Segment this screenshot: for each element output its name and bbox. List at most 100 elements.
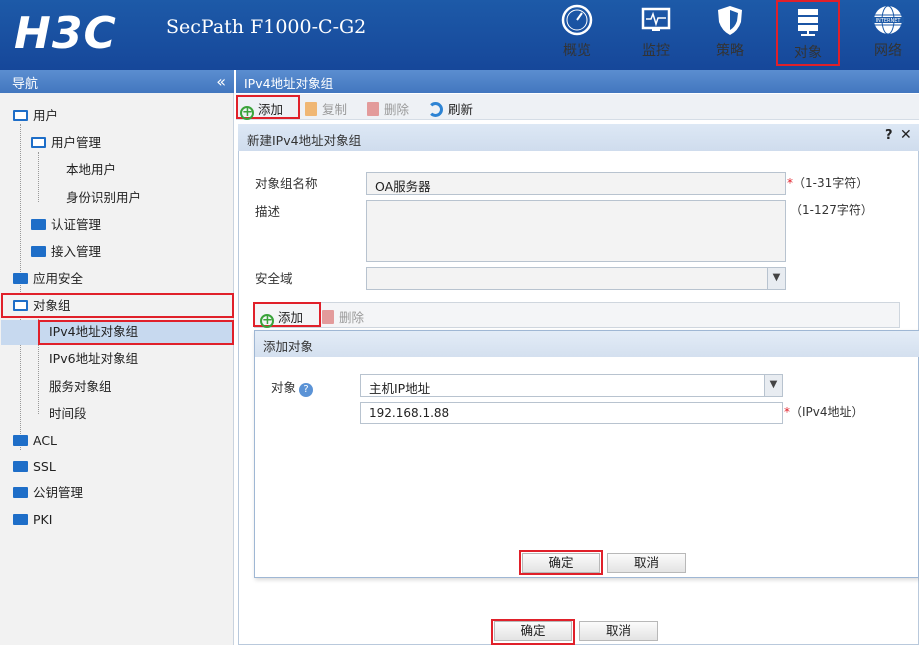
description-textarea[interactable] (366, 200, 786, 262)
sidebar-item-acl[interactable]: ACL (13, 430, 57, 452)
description-label: 描述 (255, 204, 281, 219)
dialog-ok-button[interactable]: 确定 (494, 621, 572, 641)
sidebar-item-app-security[interactable]: 应用安全 (13, 268, 83, 290)
folder-icon (31, 246, 46, 257)
folder-icon (13, 514, 28, 525)
sidebar-item-local-user[interactable]: 本地用户 (66, 159, 116, 181)
dialog-cancel-button[interactable]: 取消 (579, 621, 658, 641)
delete-button[interactable]: 删除 (367, 99, 409, 118)
folder-icon (13, 435, 28, 446)
sidebar-item-label: 接入管理 (51, 244, 102, 259)
object-label: 对象? (271, 377, 314, 397)
nav-monitor-label: 监控 (642, 43, 670, 59)
sidebar-item-access-management[interactable]: 接入管理 (31, 241, 101, 263)
shield-icon (718, 6, 742, 35)
folder-icon (31, 219, 46, 230)
sidebar-item-pki[interactable]: PKI (13, 509, 52, 531)
sidebar-item-ipv6-group[interactable]: IPv6地址对象组 (49, 348, 138, 370)
question-icon[interactable]: ? (299, 383, 314, 397)
collapse-icon[interactable]: « (216, 72, 226, 91)
delete-button-label: 删除 (384, 102, 410, 117)
nav-policy-label: 策略 (716, 43, 744, 59)
sidebar-item-user-management[interactable]: 用户管理 (31, 132, 101, 154)
sub-cancel-button[interactable]: 取消 (607, 553, 686, 573)
content-title: IPv4地址对象组 (236, 70, 919, 93)
refresh-button[interactable]: 刷新 (428, 99, 473, 118)
copy-button-label: 复制 (322, 102, 348, 117)
server-icon (798, 9, 818, 36)
folder-icon (13, 273, 28, 284)
dialog-header: 新建IPv4地址对象组 (238, 124, 919, 151)
add-button[interactable]: + 添加 (240, 99, 283, 120)
sidebar-item-label: 身份识别用户 (66, 190, 142, 205)
ip-address-input[interactable]: 192.168.1.88 (360, 402, 783, 424)
sidebar-item-user[interactable]: 用户 (13, 105, 58, 127)
sidebar-item-label: 时间段 (49, 406, 87, 421)
add-object-header: 添加对象 (255, 331, 919, 357)
tree-line (38, 152, 39, 202)
sidebar-header: 导航 « (0, 70, 234, 93)
product-name: SecPath F1000-C-G2 (166, 16, 367, 38)
sidebar-item-identity-user[interactable]: 身份识别用户 (66, 187, 141, 209)
sidebar-item-label: 本地用户 (66, 162, 117, 177)
folder-open-icon (13, 300, 28, 311)
chevron-down-icon[interactable]: ▼ (767, 268, 785, 289)
sidebar-item-ssl[interactable]: SSL (13, 456, 56, 478)
group-name-hint-text: （1-31字符） (793, 176, 869, 190)
trash-icon (367, 102, 379, 116)
sub-ok-button[interactable]: 确定 (522, 553, 600, 573)
group-name-hint: *（1-31字符） (787, 176, 869, 190)
security-zone-select[interactable]: ▼ (366, 267, 786, 290)
add-icon: + (260, 313, 274, 328)
group-name-input[interactable]: OA服务器 (366, 172, 786, 195)
sidebar-item-auth-management[interactable]: 认证管理 (31, 214, 101, 236)
nav-object-label: 对象 (794, 45, 822, 61)
chevron-down-icon[interactable]: ▼ (764, 375, 782, 396)
folder-open-icon (31, 137, 46, 148)
nav-monitor[interactable]: 监控 (625, 0, 687, 66)
sidebar-title: 导航 (12, 77, 39, 92)
refresh-icon (428, 102, 443, 117)
refresh-button-label: 刷新 (448, 102, 474, 117)
nav-policy[interactable]: 策略 (699, 0, 761, 66)
sidebar-item-ipv4-label-row: IPv4地址对象组 (49, 321, 138, 343)
copy-button[interactable]: 复制 (305, 99, 347, 118)
object-type-value: 主机IP地址 (369, 381, 431, 396)
add-object-dialog (254, 330, 919, 578)
nav-object[interactable]: 对象 (776, 0, 840, 66)
nav-overview[interactable]: 概览 (546, 0, 608, 66)
close-icon[interactable]: ✕ (900, 127, 912, 143)
ip-address-hint: *（IPv4地址） (784, 405, 864, 419)
sidebar-item-time-range[interactable]: 时间段 (49, 403, 87, 425)
sidebar-item-service-group[interactable]: 服务对象组 (49, 376, 112, 398)
sidebar-item-label: ACL (33, 433, 58, 448)
sidebar-item-label: IPv6地址对象组 (49, 351, 139, 366)
h3c-logo: H3C (14, 8, 117, 59)
sidebar-item-label: SSL (33, 459, 56, 474)
group-name-label: 对象组名称 (255, 176, 318, 191)
sidebar-item-label: 用户 (33, 108, 59, 123)
sidebar-item-label: 服务对象组 (49, 379, 112, 394)
sidebar-item-label: 对象组 (33, 298, 71, 313)
add-icon: + (240, 105, 254, 120)
folder-icon (13, 487, 28, 498)
trash-icon (322, 310, 334, 324)
object-type-select[interactable]: 主机IP地址 ▼ (360, 374, 783, 397)
sidebar-item-label: PKI (33, 512, 53, 527)
sidebar-item-label: 公钥管理 (33, 485, 84, 500)
object-label-text: 对象 (271, 380, 297, 395)
nav-network[interactable]: INTERNET 网络 (857, 0, 919, 66)
member-add-button[interactable]: + 添加 (260, 307, 303, 328)
help-icon[interactable]: ? (885, 128, 893, 143)
sidebar-item-public-key[interactable]: 公钥管理 (13, 482, 83, 504)
folder-icon (13, 461, 28, 472)
member-delete-button[interactable]: 删除 (322, 307, 364, 326)
ip-address-hint-text: （IPv4地址） (790, 405, 864, 419)
nav-network-label: 网络 (874, 43, 902, 59)
sidebar-item-label: 应用安全 (33, 271, 84, 286)
globe-icon-text: INTERNET (876, 18, 902, 24)
copy-icon (305, 102, 317, 116)
monitor-icon (641, 7, 671, 31)
member-add-label: 添加 (278, 310, 304, 325)
sidebar-item-label: IPv4地址对象组 (49, 324, 139, 339)
